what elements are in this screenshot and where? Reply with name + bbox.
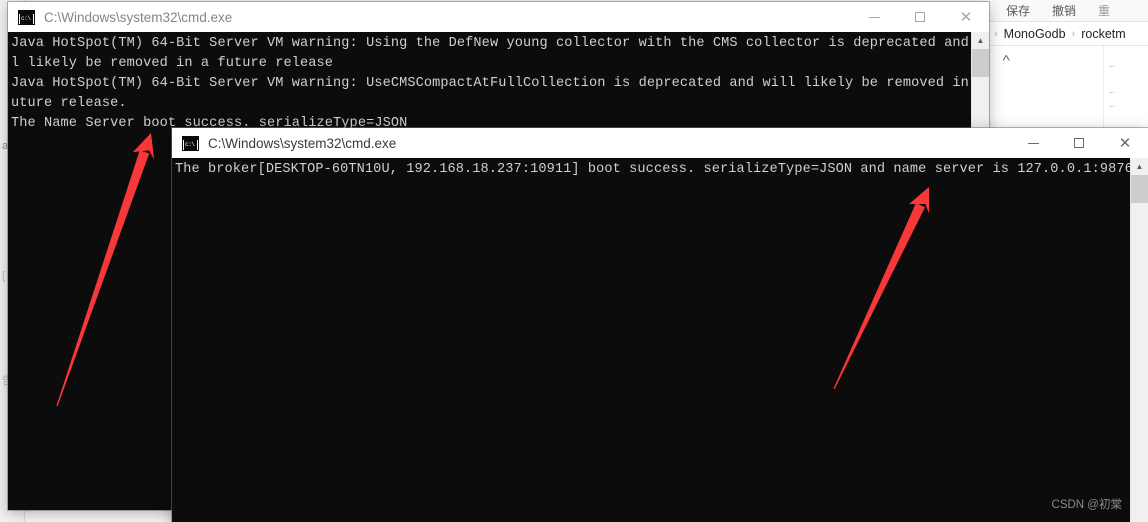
titlebar-nameserver[interactable]: C:\Windows\system32\cmd.exe ✕	[8, 2, 989, 32]
scroll-up-icon-nameserver[interactable]: ▲	[972, 32, 989, 49]
window-title-nameserver: C:\Windows\system32\cmd.exe	[44, 9, 233, 25]
right-panel-faint-text-3: …	[1109, 100, 1115, 110]
maximize-button-nameserver[interactable]	[897, 2, 943, 32]
cmd-icon	[182, 135, 199, 151]
breadcrumb: › MonoGodb › rocketm	[988, 22, 1148, 46]
toolbar-save-button[interactable]: 保存	[1006, 2, 1030, 19]
scrollbar-thumb-nameserver[interactable]	[972, 49, 989, 77]
cmd-window-broker[interactable]: C:\Windows\system32\cmd.exe ✕ The broker…	[172, 128, 1148, 522]
cmd-icon	[18, 9, 35, 25]
breadcrumb-separator-leading: ›	[994, 27, 998, 40]
chevron-up-icon[interactable]: ˄	[1002, 54, 1011, 65]
right-panel-faint-text-2: …	[1109, 86, 1115, 96]
right-panel-faint-text-1: …	[1109, 60, 1115, 70]
minimize-icon	[868, 16, 880, 18]
breadcrumb-item-monogodb[interactable]: MonoGodb	[1004, 27, 1066, 41]
console-scrollbar-broker[interactable]: ▲	[1130, 158, 1148, 522]
window-controls-nameserver: ✕	[851, 2, 989, 32]
scroll-up-icon-broker[interactable]: ▲	[1131, 158, 1148, 175]
titlebar-broker[interactable]: C:\Windows\system32\cmd.exe ✕	[172, 128, 1148, 158]
close-icon: ✕	[959, 8, 973, 26]
console-body-broker[interactable]: The broker[DESKTOP-60TN10U, 192.168.18.2…	[172, 158, 1148, 522]
minimize-icon	[1027, 142, 1039, 144]
toolbar-undo-button[interactable]: 撤销	[1052, 2, 1076, 19]
screen: a [ 告 保存 撤销 重 › MonoGodb › rocketm ˄ … ……	[0, 0, 1148, 522]
window-controls-broker: ✕	[1010, 128, 1148, 158]
close-button-nameserver[interactable]: ✕	[943, 2, 989, 32]
maximize-button-broker[interactable]	[1056, 128, 1102, 158]
close-icon: ✕	[1118, 134, 1132, 152]
minimize-button-broker[interactable]	[1010, 128, 1056, 158]
close-button-broker[interactable]: ✕	[1102, 128, 1148, 158]
maximize-icon	[915, 12, 925, 22]
minimize-button-nameserver[interactable]	[851, 2, 897, 32]
console-output-nameserver: Java HotSpot(TM) 64-Bit Server VM warnin…	[11, 36, 989, 131]
maximize-icon	[1074, 138, 1084, 148]
right-panel-toolbar: 保存 撤销 重	[988, 0, 1148, 22]
breadcrumb-separator: ›	[1071, 27, 1076, 40]
toolbar-reset-button[interactable]: 重	[1098, 2, 1110, 19]
watermark: CSDN @初棠	[1051, 499, 1122, 511]
console-output-broker: The broker[DESKTOP-60TN10U, 192.168.18.2…	[175, 162, 1133, 177]
scrollbar-thumb-broker[interactable]	[1131, 175, 1148, 203]
breadcrumb-item-rocketmq[interactable]: rocketm	[1081, 27, 1125, 41]
window-title-broker: C:\Windows\system32\cmd.exe	[208, 135, 397, 151]
